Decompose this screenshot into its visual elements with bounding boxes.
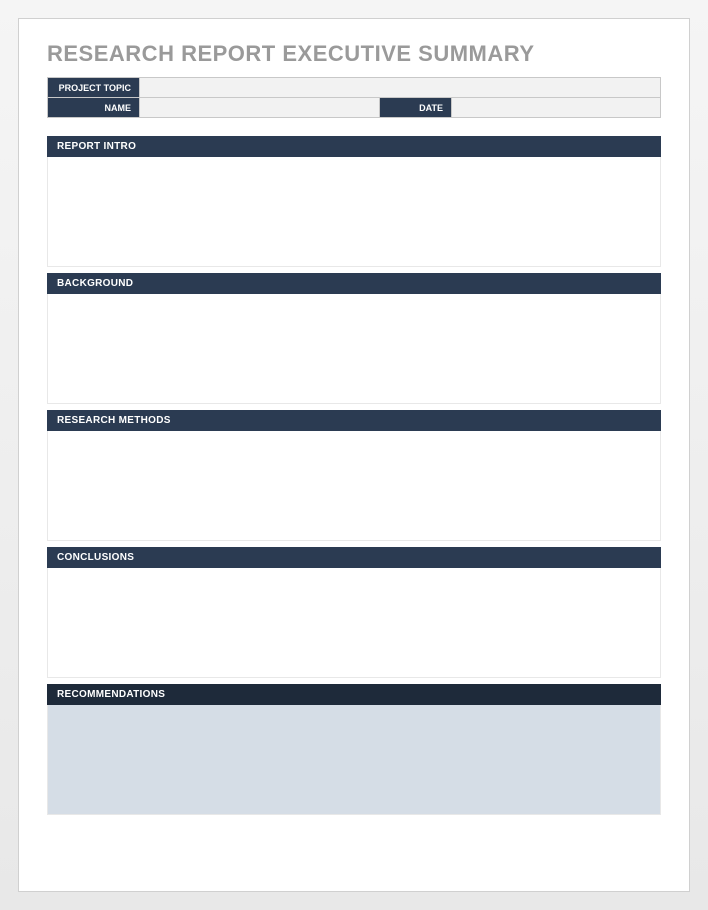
name-label: NAME xyxy=(48,98,140,118)
date-input[interactable] xyxy=(458,102,654,113)
section-body-background xyxy=(47,294,661,404)
project-topic-label: PROJECT TOPIC xyxy=(48,78,140,98)
section-header-conclusions: CONCLUSIONS xyxy=(47,547,661,568)
name-input[interactable] xyxy=(146,102,373,113)
document-page: RESEARCH REPORT EXECUTIVE SUMMARY PROJEC… xyxy=(18,18,690,892)
section-background: BACKGROUND xyxy=(47,273,661,404)
meta-row-name-date: NAME DATE xyxy=(48,98,661,118)
section-body-conclusions xyxy=(47,568,661,678)
section-header-background: BACKGROUND xyxy=(47,273,661,294)
section-body-recommendations xyxy=(47,705,661,815)
section-body-report-intro xyxy=(47,157,661,267)
date-label: DATE xyxy=(380,98,452,118)
project-topic-cell xyxy=(140,78,661,98)
name-cell xyxy=(140,98,380,118)
project-topic-input[interactable] xyxy=(146,82,654,93)
meta-table: PROJECT TOPIC NAME DATE xyxy=(47,77,661,118)
section-header-recommendations: RECOMMENDATIONS xyxy=(47,684,661,705)
section-conclusions: CONCLUSIONS xyxy=(47,547,661,678)
section-header-research-methods: RESEARCH METHODS xyxy=(47,410,661,431)
report-intro-input[interactable] xyxy=(54,163,654,260)
date-cell xyxy=(452,98,661,118)
section-header-report-intro: REPORT INTRO xyxy=(47,136,661,157)
page-title: RESEARCH REPORT EXECUTIVE SUMMARY xyxy=(47,41,661,67)
recommendations-input[interactable] xyxy=(54,711,654,808)
section-research-methods: RESEARCH METHODS xyxy=(47,410,661,541)
background-input[interactable] xyxy=(54,300,654,397)
section-body-research-methods xyxy=(47,431,661,541)
section-recommendations: RECOMMENDATIONS xyxy=(47,684,661,815)
conclusions-input[interactable] xyxy=(54,574,654,671)
meta-row-topic: PROJECT TOPIC xyxy=(48,78,661,98)
section-report-intro: REPORT INTRO xyxy=(47,136,661,267)
research-methods-input[interactable] xyxy=(54,437,654,534)
